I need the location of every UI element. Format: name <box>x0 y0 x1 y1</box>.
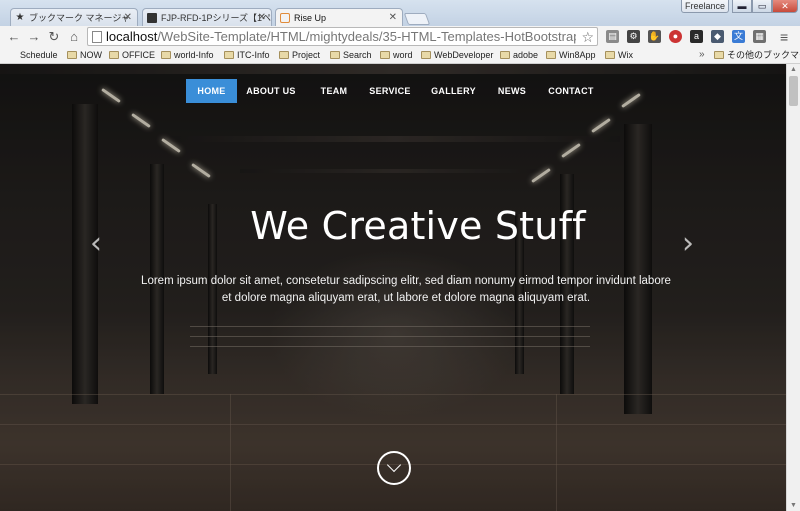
chevron-down-icon <box>386 457 402 473</box>
chevron-left-icon[interactable]: ‹ <box>84 226 108 262</box>
page-favicon-icon <box>147 13 157 23</box>
back-button[interactable]: ← <box>6 29 22 45</box>
page-favicon-icon <box>280 13 290 23</box>
tab-title: ブックマーク マネージャ <box>29 13 130 23</box>
address-bar[interactable]: localhost/WebSite-Template/HTML/mightyde… <box>87 27 598 46</box>
minimize-button[interactable]: ▬ <box>732 0 752 13</box>
nav-about-us[interactable]: ABOUT US <box>241 79 301 103</box>
home-button[interactable]: ⌂ <box>66 29 82 45</box>
tab-fjp-rfd[interactable]: FJP-RFD-1Pシリーズ【1ペ ✕ <box>142 8 272 26</box>
bookmark-schedule[interactable]: Schedule <box>7 49 58 61</box>
scroll-up-arrow-icon[interactable]: ▲ <box>790 66 797 73</box>
tab-title: Rise Up <box>294 13 327 23</box>
shield-icon[interactable]: ◆ <box>711 30 724 43</box>
folder-icon <box>330 51 340 59</box>
page-scrollbar[interactable]: ▲ ▼ <box>786 64 800 511</box>
folder-icon <box>161 51 171 59</box>
bookmark-star-icon[interactable]: ☆ <box>581 28 594 46</box>
other-bookmarks[interactable]: その他のブックマーク <box>714 49 800 61</box>
bookmark-now[interactable]: NOW <box>67 49 102 61</box>
bookmark-adobe[interactable]: adobe <box>500 49 538 61</box>
nav-gallery[interactable]: GALLERY <box>426 79 481 103</box>
tab-bookmark-manager[interactable]: ★ ブックマーク マネージャ ✕ <box>10 8 138 26</box>
folder-icon <box>109 51 119 59</box>
forward-button[interactable]: → <box>26 29 42 45</box>
tab-rise-up[interactable]: Rise Up ✕ <box>275 8 403 26</box>
window-titlebar: ★ ブックマーク マネージャ ✕ FJP-RFD-1Pシリーズ【1ペ ✕ Ris… <box>0 0 800 26</box>
nav-home[interactable]: HOME <box>186 79 237 103</box>
extension-screen-icon[interactable]: ▤ <box>606 30 619 43</box>
new-tab-button[interactable] <box>403 13 431 25</box>
hero-title: We Creative Stuff <box>250 204 586 248</box>
close-tab-icon[interactable]: ✕ <box>124 9 132 26</box>
bookmark-itc-info[interactable]: ITC-Info <box>224 49 270 61</box>
bookmark-wix[interactable]: Wix <box>605 49 633 61</box>
scroll-down-button[interactable] <box>377 451 411 485</box>
folder-icon <box>380 51 390 59</box>
profile-button[interactable]: Freelance <box>681 0 729 13</box>
extension-box-icon[interactable]: ▦ <box>753 30 766 43</box>
translate-icon[interactable]: 文 <box>732 30 745 43</box>
folder-icon <box>546 51 556 59</box>
close-window-button[interactable]: ✕ <box>772 0 798 13</box>
hero-section: HOME ABOUT US TEAM SERVICE GALLERY NEWS … <box>0 64 786 511</box>
bookmark-world-info[interactable]: world-Info <box>161 49 214 61</box>
close-tab-icon[interactable]: ✕ <box>389 9 397 26</box>
gear-icon[interactable]: ⚙ <box>627 30 640 43</box>
bookmark-win8app[interactable]: Win8App <box>546 49 596 61</box>
reload-button[interactable]: ↻ <box>46 29 62 45</box>
tab-title: FJP-RFD-1Pシリーズ【1ペ <box>161 13 272 23</box>
amazon-icon[interactable]: a <box>690 30 703 43</box>
folder-icon <box>714 51 724 59</box>
extension-red-icon[interactable]: ● <box>669 30 682 43</box>
folder-icon <box>67 51 77 59</box>
bookmarks-bar: Schedule NOW OFFICE world-Info ITC-Info … <box>0 47 800 64</box>
menu-icon[interactable]: ≡ <box>780 29 788 45</box>
bookmark-project[interactable]: Project <box>279 49 320 61</box>
folder-icon <box>224 51 234 59</box>
nav-service[interactable]: SERVICE <box>364 79 416 103</box>
nav-contact[interactable]: CONTACT <box>541 79 601 103</box>
bookmark-word[interactable]: word <box>380 49 413 61</box>
folder-icon <box>605 51 615 59</box>
url-text: localhost/WebSite-Template/HTML/mightyde… <box>106 29 576 44</box>
extension-hand-icon[interactable]: ✋ <box>648 30 661 43</box>
bookmark-office[interactable]: OFFICE <box>109 49 155 61</box>
folder-icon <box>500 51 510 59</box>
browser-toolbar: ← → ↻ ⌂ localhost/WebSite-Template/HTML/… <box>0 26 800 47</box>
bookmark-webdeveloper[interactable]: WebDeveloper <box>421 49 493 61</box>
hero-description: Lorem ipsum dolor sit amet, consetetur s… <box>141 275 671 304</box>
nav-news[interactable]: NEWS <box>491 79 533 103</box>
star-icon: ★ <box>15 12 25 23</box>
nav-team[interactable]: TEAM <box>313 79 355 103</box>
folder-icon <box>421 51 431 59</box>
maximize-button[interactable]: ▭ <box>752 0 772 13</box>
scroll-down-arrow-icon[interactable]: ▼ <box>790 502 797 509</box>
bookmarks-overflow-button[interactable]: » <box>699 49 705 60</box>
close-tab-icon[interactable]: ✕ <box>258 9 266 26</box>
folder-icon <box>279 51 289 59</box>
page-icon <box>92 31 102 43</box>
chevron-right-icon[interactable]: › <box>676 226 700 262</box>
bookmark-search[interactable]: Search <box>330 49 372 61</box>
scrollbar-thumb[interactable] <box>789 76 798 106</box>
